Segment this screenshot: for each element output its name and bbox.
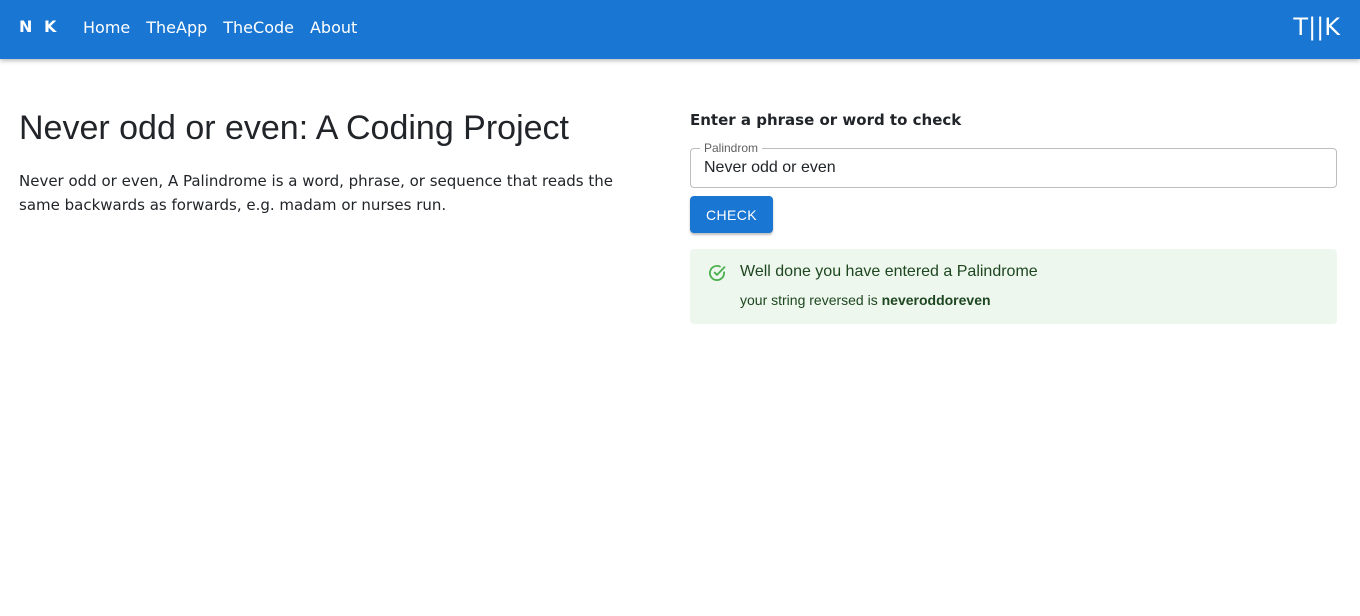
author-logo[interactable]: T||K [1293,13,1340,41]
page-title: Never odd or even: A Coding Project [19,109,569,147]
page-description: Never odd or even, A Palindrome is a wor… [19,172,614,214]
top-navbar: N K Home TheApp TheCode About T||K [0,0,1360,59]
nav-link-thecode[interactable]: TheCode [223,18,294,37]
nav-link-about[interactable]: About [310,18,357,37]
palindrome-form: Enter a phrase or word to check Palindro… [690,110,1337,324]
check-button[interactable]: CHECK [690,196,773,233]
palindrome-input[interactable] [704,159,1314,177]
reversed-string: neveroddoreven [881,292,991,308]
check-circle-icon [709,265,726,281]
alert-body: your string reversed is neveroddoreven [740,292,991,308]
intro-section: Never odd or even: A Coding Project Neve… [19,107,639,217]
alert-title: Well done you have entered a Palindrome [740,263,1038,280]
palindrome-field: Palindrom [690,141,1337,188]
success-alert: Well done you have entered a Palindrome … [690,249,1337,324]
field-legend: Palindrom [700,141,763,155]
form-label: Enter a phrase or word to check [690,111,962,129]
nav-link-theapp[interactable]: TheApp [146,18,207,37]
nav-links: Home TheApp TheCode About [83,18,373,37]
nav-link-home[interactable]: Home [83,18,130,37]
alert-body-prefix: your string reversed is [740,292,882,308]
brand-logo[interactable]: N K [19,17,59,36]
